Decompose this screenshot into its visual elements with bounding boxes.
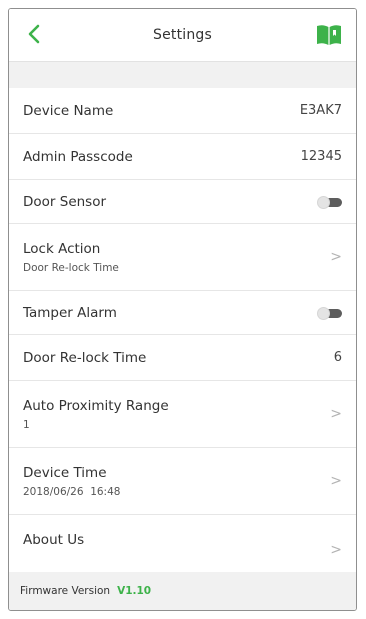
door-relock-time-value: 6: [333, 350, 342, 365]
guide-button[interactable]: [316, 23, 342, 47]
page-title: Settings: [152, 27, 213, 43]
tamper-alarm-toggle[interactable]: [317, 306, 342, 320]
row-about-us[interactable]: About Us >: [9, 515, 356, 572]
door-relock-time-label: Door Re-lock Time: [23, 349, 147, 366]
lock-action-subtitle: Door Re-lock Time: [23, 261, 119, 274]
firmware-label: Firmware Version: [20, 585, 111, 597]
section-spacer: [9, 62, 356, 89]
phone-frame: Settings Device Name E3AK7 Admin Passcod…: [8, 8, 357, 611]
auto-proximity-range-value: 1: [23, 418, 30, 431]
device-name-label: Device Name: [23, 102, 114, 119]
row-lock-action[interactable]: Lock Action Door Re-lock Time >: [9, 224, 356, 291]
admin-passcode-value: 12345: [300, 149, 342, 164]
firmware-version: V1.10: [117, 585, 152, 597]
door-sensor-label: Door Sensor: [23, 193, 107, 210]
row-auto-proximity-range[interactable]: Auto Proximity Range 1 >: [9, 381, 356, 448]
book-icon: [317, 25, 341, 45]
auto-proximity-range-label: Auto Proximity Range: [23, 397, 169, 414]
settings-list: Device Name E3AK7 Admin Passcode 12345 D…: [9, 88, 356, 572]
row-tamper-alarm: Tamper Alarm: [9, 291, 356, 335]
device-time-label: Device Time: [23, 464, 107, 481]
chevron-right-icon: >: [330, 542, 342, 558]
door-sensor-toggle[interactable]: [317, 195, 342, 209]
row-door-sensor: Door Sensor: [9, 180, 356, 224]
admin-passcode-label: Admin Passcode: [23, 148, 133, 165]
chevron-right-icon: >: [330, 406, 342, 422]
tamper-alarm-label: Tamper Alarm: [23, 304, 117, 321]
chevron-right-icon: >: [330, 473, 342, 489]
back-button[interactable]: [22, 22, 46, 46]
chevron-left-icon: [28, 24, 40, 44]
row-device-time[interactable]: Device Time 2018/06/26 16:48 >: [9, 448, 356, 515]
row-door-relock-time[interactable]: Door Re-lock Time 6: [9, 335, 356, 381]
lock-action-label: Lock Action: [23, 240, 101, 257]
header-bar: Settings: [9, 9, 356, 62]
chevron-right-icon: >: [330, 249, 342, 265]
about-us-label: About Us: [23, 532, 85, 548]
device-time-value: 2018/06/26 16:48: [23, 485, 121, 498]
row-device-name[interactable]: Device Name E3AK7: [9, 88, 356, 134]
firmware-footer: Firmware Version V1.10: [9, 572, 356, 610]
device-name-value: E3AK7: [299, 103, 342, 118]
row-admin-passcode[interactable]: Admin Passcode 12345: [9, 134, 356, 180]
